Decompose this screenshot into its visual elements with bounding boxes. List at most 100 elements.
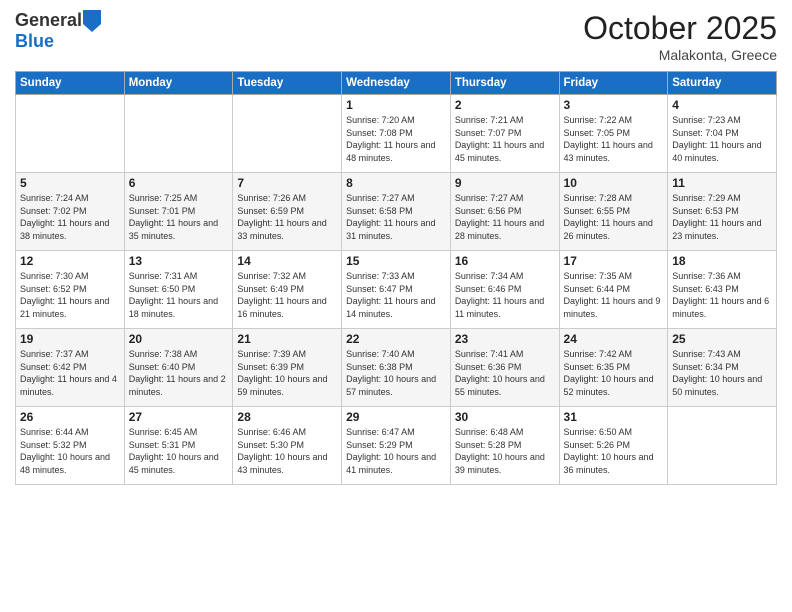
calendar-cell: 3 Sunrise: 7:22 AM Sunset: 7:05 PM Daylig… xyxy=(559,95,668,173)
calendar-week-1: 1 Sunrise: 7:20 AM Sunset: 7:08 PM Daylig… xyxy=(16,95,777,173)
calendar-cell xyxy=(124,95,233,173)
calendar-header-row: Sunday Monday Tuesday Wednesday Thursday… xyxy=(16,72,777,95)
day-number: 20 xyxy=(129,332,229,346)
col-thursday: Thursday xyxy=(450,72,559,95)
day-number: 17 xyxy=(564,254,664,268)
calendar-cell: 31 Sunrise: 6:50 AM Sunset: 5:26 PM Dayli… xyxy=(559,407,668,485)
calendar-cell: 25 Sunrise: 7:43 AM Sunset: 6:34 PM Dayli… xyxy=(668,329,777,407)
day-info: Sunrise: 7:25 AM Sunset: 7:01 PM Dayligh… xyxy=(129,192,229,242)
calendar-cell: 18 Sunrise: 7:36 AM Sunset: 6:43 PM Dayli… xyxy=(668,251,777,329)
day-number: 7 xyxy=(237,176,337,190)
calendar-week-3: 12 Sunrise: 7:30 AM Sunset: 6:52 PM Dayli… xyxy=(16,251,777,329)
day-info: Sunrise: 7:40 AM Sunset: 6:38 PM Dayligh… xyxy=(346,348,446,398)
calendar-cell: 30Sunrise: 6:48 AM Sunset: 5:28 PM Dayli… xyxy=(450,407,559,485)
day-info: Sunrise: 7:30 AM Sunset: 6:52 PM Dayligh… xyxy=(20,270,120,320)
calendar-cell: 14 Sunrise: 7:32 AM Sunset: 6:49 PM Dayli… xyxy=(233,251,342,329)
day-number: 21 xyxy=(237,332,337,346)
calendar-cell: 6 Sunrise: 7:25 AM Sunset: 7:01 PM Daylig… xyxy=(124,173,233,251)
day-info: Sunrise: 6:44 AM Sunset: 5:32 PM Dayligh… xyxy=(20,426,120,476)
calendar-cell xyxy=(233,95,342,173)
col-saturday: Saturday xyxy=(668,72,777,95)
day-number: 22 xyxy=(346,332,446,346)
day-number: 15 xyxy=(346,254,446,268)
col-tuesday: Tuesday xyxy=(233,72,342,95)
day-number: 14 xyxy=(237,254,337,268)
day-number: 30 xyxy=(455,410,555,424)
day-info: Sunrise: 7:21 AM Sunset: 7:07 PM Dayligh… xyxy=(455,114,555,164)
day-number: 1 xyxy=(346,98,446,112)
day-number: 8 xyxy=(346,176,446,190)
calendar-cell: 9Sunrise: 7:27 AM Sunset: 6:56 PM Daylig… xyxy=(450,173,559,251)
day-info: Sunrise: 7:42 AM Sunset: 6:35 PM Dayligh… xyxy=(564,348,664,398)
calendar-cell: 23Sunrise: 7:41 AM Sunset: 6:36 PM Dayli… xyxy=(450,329,559,407)
day-number: 26 xyxy=(20,410,120,424)
day-info: Sunrise: 7:27 AM Sunset: 6:58 PM Dayligh… xyxy=(346,192,446,242)
day-number: 29 xyxy=(346,410,446,424)
day-info: Sunrise: 7:28 AM Sunset: 6:55 PM Dayligh… xyxy=(564,192,664,242)
calendar-week-4: 19Sunrise: 7:37 AM Sunset: 6:42 PM Dayli… xyxy=(16,329,777,407)
calendar-cell: 21 Sunrise: 7:39 AM Sunset: 6:39 PM Dayli… xyxy=(233,329,342,407)
day-number: 31 xyxy=(564,410,664,424)
day-info: Sunrise: 7:27 AM Sunset: 6:56 PM Dayligh… xyxy=(455,192,555,242)
calendar-cell: 15 Sunrise: 7:33 AM Sunset: 6:47 PM Dayli… xyxy=(342,251,451,329)
day-info: Sunrise: 7:32 AM Sunset: 6:49 PM Dayligh… xyxy=(237,270,337,320)
day-number: 27 xyxy=(129,410,229,424)
day-info: Sunrise: 7:23 AM Sunset: 7:04 PM Dayligh… xyxy=(672,114,772,164)
calendar-cell xyxy=(16,95,125,173)
day-info: Sunrise: 7:34 AM Sunset: 6:46 PM Dayligh… xyxy=(455,270,555,320)
title-block: October 2025 Malakonta, Greece xyxy=(583,10,777,63)
day-info: Sunrise: 7:33 AM Sunset: 6:47 PM Dayligh… xyxy=(346,270,446,320)
day-info: Sunrise: 7:37 AM Sunset: 6:42 PM Dayligh… xyxy=(20,348,120,398)
calendar-cell: 8 Sunrise: 7:27 AM Sunset: 6:58 PM Daylig… xyxy=(342,173,451,251)
col-monday: Monday xyxy=(124,72,233,95)
day-info: Sunrise: 7:43 AM Sunset: 6:34 PM Dayligh… xyxy=(672,348,772,398)
day-number: 4 xyxy=(672,98,772,112)
calendar-week-2: 5 Sunrise: 7:24 AM Sunset: 7:02 PM Daylig… xyxy=(16,173,777,251)
day-number: 5 xyxy=(20,176,120,190)
logo-icon xyxy=(83,10,101,32)
calendar-cell: 10 Sunrise: 7:28 AM Sunset: 6:55 PM Dayli… xyxy=(559,173,668,251)
calendar-cell: 26 Sunrise: 6:44 AM Sunset: 5:32 PM Dayli… xyxy=(16,407,125,485)
day-number: 24 xyxy=(564,332,664,346)
day-number: 12 xyxy=(20,254,120,268)
day-info: Sunrise: 7:26 AM Sunset: 6:59 PM Dayligh… xyxy=(237,192,337,242)
day-info: Sunrise: 7:35 AM Sunset: 6:44 PM Dayligh… xyxy=(564,270,664,320)
location: Malakonta, Greece xyxy=(583,47,777,63)
day-info: Sunrise: 6:45 AM Sunset: 5:31 PM Dayligh… xyxy=(129,426,229,476)
page-header: General Blue October 2025 Malakonta, Gre… xyxy=(15,10,777,63)
day-info: Sunrise: 7:29 AM Sunset: 6:53 PM Dayligh… xyxy=(672,192,772,242)
calendar-cell: 11 Sunrise: 7:29 AM Sunset: 6:53 PM Dayli… xyxy=(668,173,777,251)
logo-general: General xyxy=(15,11,82,31)
calendar-cell: 20 Sunrise: 7:38 AM Sunset: 6:40 PM Dayli… xyxy=(124,329,233,407)
logo: General Blue xyxy=(15,10,101,52)
day-info: Sunrise: 7:20 AM Sunset: 7:08 PM Dayligh… xyxy=(346,114,446,164)
day-info: Sunrise: 7:38 AM Sunset: 6:40 PM Dayligh… xyxy=(129,348,229,398)
calendar-cell: 7 Sunrise: 7:26 AM Sunset: 6:59 PM Daylig… xyxy=(233,173,342,251)
calendar-cell: 17 Sunrise: 7:35 AM Sunset: 6:44 PM Dayli… xyxy=(559,251,668,329)
day-info: Sunrise: 7:36 AM Sunset: 6:43 PM Dayligh… xyxy=(672,270,772,320)
day-info: Sunrise: 7:39 AM Sunset: 6:39 PM Dayligh… xyxy=(237,348,337,398)
day-info: Sunrise: 7:41 AM Sunset: 6:36 PM Dayligh… xyxy=(455,348,555,398)
day-number: 3 xyxy=(564,98,664,112)
day-number: 18 xyxy=(672,254,772,268)
day-number: 10 xyxy=(564,176,664,190)
calendar-week-5: 26 Sunrise: 6:44 AM Sunset: 5:32 PM Dayli… xyxy=(16,407,777,485)
day-info: Sunrise: 7:31 AM Sunset: 6:50 PM Dayligh… xyxy=(129,270,229,320)
day-number: 25 xyxy=(672,332,772,346)
col-wednesday: Wednesday xyxy=(342,72,451,95)
day-info: Sunrise: 7:22 AM Sunset: 7:05 PM Dayligh… xyxy=(564,114,664,164)
calendar-cell: 19Sunrise: 7:37 AM Sunset: 6:42 PM Dayli… xyxy=(16,329,125,407)
col-sunday: Sunday xyxy=(16,72,125,95)
calendar-cell: 12 Sunrise: 7:30 AM Sunset: 6:52 PM Dayli… xyxy=(16,251,125,329)
day-number: 16 xyxy=(455,254,555,268)
calendar: Sunday Monday Tuesday Wednesday Thursday… xyxy=(15,71,777,485)
day-info: Sunrise: 7:24 AM Sunset: 7:02 PM Dayligh… xyxy=(20,192,120,242)
day-number: 2 xyxy=(455,98,555,112)
calendar-cell: 29Sunrise: 6:47 AM Sunset: 5:29 PM Dayli… xyxy=(342,407,451,485)
calendar-cell: 16 Sunrise: 7:34 AM Sunset: 6:46 PM Dayli… xyxy=(450,251,559,329)
day-info: Sunrise: 6:50 AM Sunset: 5:26 PM Dayligh… xyxy=(564,426,664,476)
calendar-cell: 4 Sunrise: 7:23 AM Sunset: 7:04 PM Daylig… xyxy=(668,95,777,173)
logo-blue: Blue xyxy=(15,31,54,51)
day-number: 6 xyxy=(129,176,229,190)
day-number: 11 xyxy=(672,176,772,190)
